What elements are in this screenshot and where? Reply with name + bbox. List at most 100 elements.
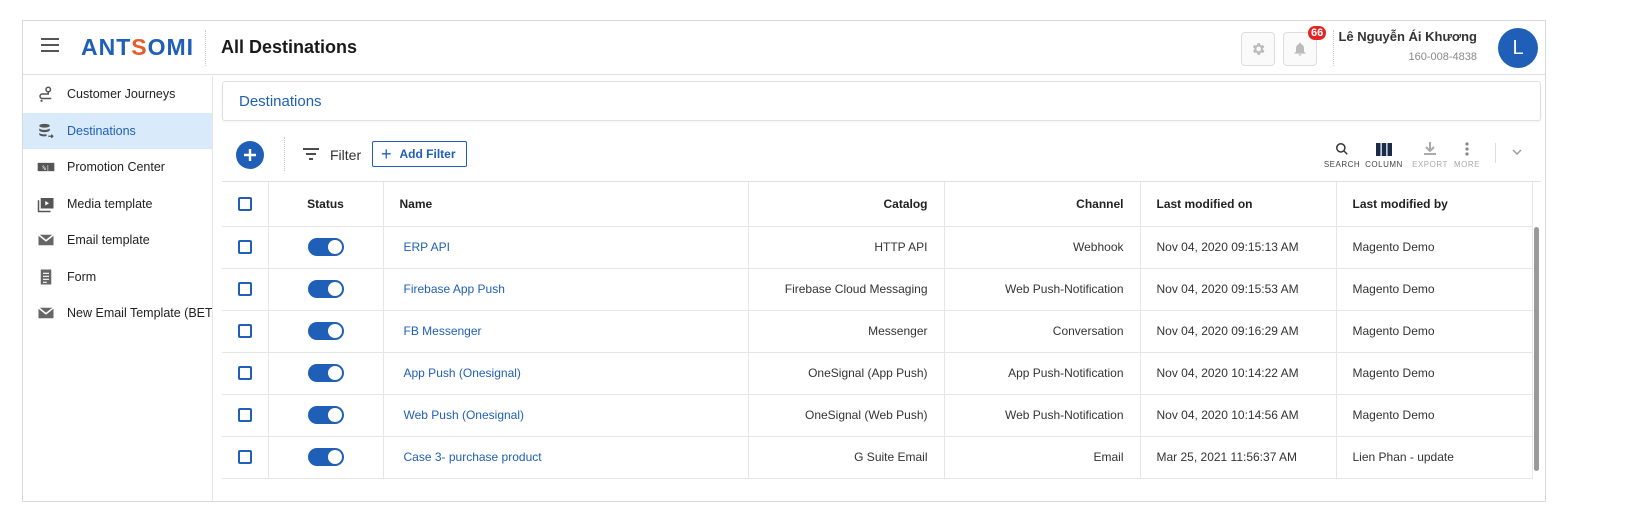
sidebar: Customer Journeys Destinations %| Promot… bbox=[23, 76, 213, 501]
status-toggle[interactable] bbox=[307, 322, 344, 340]
destination-name-link[interactable]: Web Push (Onesignal) bbox=[400, 408, 525, 422]
create-destination-button[interactable] bbox=[236, 141, 264, 169]
sidebar-item-media-template[interactable]: Media template bbox=[23, 186, 212, 223]
column-header-name[interactable]: Name bbox=[383, 182, 749, 227]
row-checkbox[interactable] bbox=[237, 282, 252, 297]
sidebar-item-label: Destinations bbox=[67, 123, 136, 138]
column-header-status[interactable]: Status bbox=[268, 182, 384, 227]
table-scrollbar[interactable] bbox=[1534, 227, 1539, 471]
journey-icon bbox=[37, 85, 55, 103]
sidebar-item-new-email-template[interactable]: New Email Template (BETA) bbox=[23, 295, 212, 332]
user-name: Lê Nguyễn Ái Khương bbox=[1338, 29, 1477, 44]
toolbar: Filter + Add Filter SEARCH COLUMN EXPORT… bbox=[222, 133, 1541, 181]
gear-icon bbox=[1252, 43, 1265, 55]
column-header-catalog[interactable]: Catalog bbox=[748, 182, 945, 227]
destination-icon bbox=[37, 122, 55, 140]
status-cell bbox=[268, 394, 384, 437]
toolbar-divider bbox=[1495, 143, 1496, 163]
search-tool-button[interactable]: SEARCH bbox=[1322, 141, 1362, 169]
modified-by-cell: Magento Demo bbox=[1336, 226, 1533, 269]
table-row: ERP API HTTP API Webhook Nov 04, 2020 09… bbox=[222, 226, 1533, 269]
modified-on-cell: Nov 04, 2020 10:14:56 AM bbox=[1140, 394, 1337, 437]
destination-name-link[interactable]: FB Messenger bbox=[400, 324, 482, 338]
top-header: ANTSOMI All Destinations 66 Lê Nguyễn Ái… bbox=[23, 21, 1545, 75]
column-tool-button[interactable]: COLUMN bbox=[1364, 141, 1404, 169]
plus-icon bbox=[244, 149, 256, 161]
row-checkbox[interactable] bbox=[237, 408, 252, 423]
more-vertical-icon bbox=[1465, 142, 1469, 156]
app-window: ANTSOMI All Destinations 66 Lê Nguyễn Ái… bbox=[22, 20, 1546, 502]
svg-text:%|: %| bbox=[42, 165, 50, 172]
table-row: FB Messenger Messenger Conversation Nov … bbox=[222, 310, 1533, 353]
row-select-cell bbox=[222, 436, 269, 479]
sidebar-item-form[interactable]: Form bbox=[23, 259, 212, 296]
row-checkbox[interactable] bbox=[237, 324, 252, 339]
filter-icon[interactable] bbox=[302, 147, 320, 161]
email-icon bbox=[37, 231, 55, 249]
status-toggle[interactable] bbox=[307, 238, 344, 256]
catalog-cell: Messenger bbox=[748, 310, 945, 353]
status-cell bbox=[268, 268, 384, 311]
plus-icon: + bbox=[381, 144, 392, 164]
row-checkbox[interactable] bbox=[237, 450, 252, 465]
section-title: Destinations bbox=[222, 81, 1541, 121]
select-all-cell bbox=[222, 182, 269, 227]
destination-name-link[interactable]: Firebase App Push bbox=[400, 282, 505, 296]
name-cell: ERP API bbox=[383, 226, 749, 269]
sidebar-item-label: Customer Journeys bbox=[67, 87, 176, 102]
select-all-checkbox[interactable] bbox=[237, 197, 252, 212]
more-tool-button[interactable]: MORE bbox=[1447, 141, 1487, 169]
sidebar-item-label: New Email Template (BETA) bbox=[67, 306, 213, 321]
sidebar-item-email-template[interactable]: Email template bbox=[23, 222, 212, 259]
row-select-cell bbox=[222, 310, 269, 353]
table-row: Case 3- purchase product G Suite Email E… bbox=[222, 436, 1533, 479]
channel-cell: Email bbox=[944, 436, 1141, 479]
status-toggle[interactable] bbox=[307, 406, 344, 424]
row-checkbox[interactable] bbox=[237, 240, 252, 255]
status-toggle[interactable] bbox=[307, 364, 344, 382]
status-cell bbox=[268, 436, 384, 479]
name-cell: Web Push (Onesignal) bbox=[383, 394, 749, 437]
avatar[interactable]: L bbox=[1498, 28, 1538, 68]
modified-on-cell: Mar 25, 2021 11:56:37 AM bbox=[1140, 436, 1337, 479]
column-header-last-modified-on[interactable]: Last modified on bbox=[1140, 182, 1337, 227]
menu-icon[interactable] bbox=[41, 38, 59, 52]
modified-by-cell: Magento Demo bbox=[1336, 310, 1533, 353]
catalog-cell: OneSignal (App Push) bbox=[748, 352, 945, 395]
row-select-cell bbox=[222, 226, 269, 269]
name-cell: App Push (Onesignal) bbox=[383, 352, 749, 395]
bell-icon bbox=[1294, 42, 1306, 56]
sidebar-item-label: Media template bbox=[67, 196, 153, 211]
status-toggle[interactable] bbox=[307, 280, 344, 298]
modified-by-cell: Magento Demo bbox=[1336, 394, 1533, 437]
table-row: Firebase App Push Firebase Cloud Messagi… bbox=[222, 268, 1533, 311]
destination-name-link[interactable]: Case 3- purchase product bbox=[400, 450, 542, 464]
status-toggle[interactable] bbox=[307, 448, 344, 466]
sidebar-item-customer-journeys[interactable]: Customer Journeys bbox=[23, 76, 212, 113]
column-header-last-modified-by[interactable]: Last modified by bbox=[1336, 182, 1533, 227]
sidebar-item-label: Promotion Center bbox=[67, 160, 165, 175]
column-header-channel[interactable]: Channel bbox=[944, 182, 1141, 227]
toolbar-divider bbox=[284, 137, 285, 171]
antsomi-logo[interactable]: ANTSOMI bbox=[81, 34, 194, 61]
modified-on-cell: Nov 04, 2020 10:14:22 AM bbox=[1140, 352, 1337, 395]
destination-name-link[interactable]: App Push (Onesignal) bbox=[400, 366, 521, 380]
sidebar-item-promotion-center[interactable]: %| Promotion Center bbox=[23, 149, 212, 186]
table-row: Web Push (Onesignal) OneSignal (Web Push… bbox=[222, 394, 1533, 437]
page-title: All Destinations bbox=[221, 37, 358, 57]
channel-cell: Web Push-Notification bbox=[944, 268, 1141, 311]
settings-button[interactable] bbox=[1241, 32, 1275, 66]
sidebar-item-destinations[interactable]: Destinations bbox=[23, 112, 212, 149]
row-checkbox[interactable] bbox=[237, 366, 252, 381]
filter-label[interactable]: Filter bbox=[330, 147, 361, 163]
destination-name-link[interactable]: ERP API bbox=[400, 240, 450, 254]
search-icon bbox=[1336, 143, 1348, 155]
catalog-cell: HTTP API bbox=[748, 226, 945, 269]
export-tool-button[interactable]: EXPORT bbox=[1410, 141, 1450, 169]
header-divider bbox=[1333, 30, 1334, 66]
row-select-cell bbox=[222, 394, 269, 437]
main-content: Destinations Filter + Add Filter SEARCH … bbox=[222, 81, 1541, 501]
chevron-down-icon[interactable] bbox=[1512, 147, 1522, 157]
add-filter-button[interactable]: + Add Filter bbox=[372, 141, 467, 167]
modified-by-cell: Magento Demo bbox=[1336, 352, 1533, 395]
